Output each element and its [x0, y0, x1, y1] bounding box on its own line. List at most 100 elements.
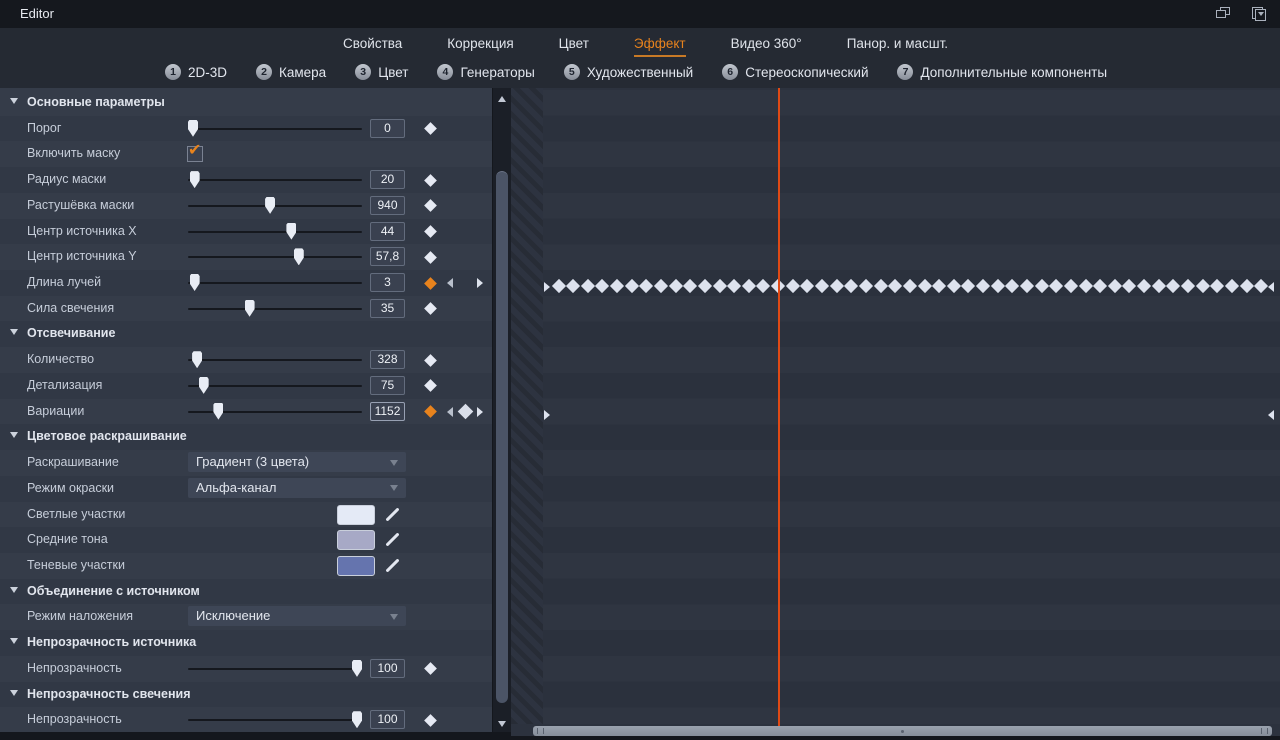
keyframe-diamond[interactable]: [1254, 278, 1269, 294]
keyframe-diamond[interactable]: [639, 278, 654, 294]
keyframe-toggle-icon[interactable]: [424, 173, 437, 187]
keyframe-diamond[interactable]: [1122, 278, 1137, 294]
keyframe-toggle-icon[interactable]: [424, 199, 437, 213]
keyframe-toggle-icon[interactable]: [424, 225, 437, 238]
slider-thumb[interactable]: [352, 711, 362, 729]
keyframe-diamond[interactable]: [1005, 278, 1020, 294]
variations-value-input[interactable]: 1152: [370, 401, 405, 421]
mask-feather-value-input[interactable]: 940: [370, 195, 405, 215]
collapse-triangle-icon[interactable]: [10, 329, 18, 336]
keyframe-diamond[interactable]: [961, 278, 976, 294]
keyframe-toggle-icon[interactable]: [424, 122, 437, 136]
edit-color-pencil-icon[interactable]: [381, 504, 403, 526]
shadows-color-swatch[interactable]: [337, 555, 375, 576]
add-keyframe-icon[interactable]: [457, 403, 474, 420]
keyframe-diamond[interactable]: [814, 278, 830, 294]
scroll-up-icon[interactable]: [498, 96, 506, 102]
next-keyframe-icon[interactable]: [477, 406, 483, 417]
tab-correction[interactable]: Коррекция: [447, 36, 513, 57]
subtab-artistic[interactable]: 5 Художественный: [563, 64, 693, 80]
keyframe-diamond[interactable]: [1166, 278, 1181, 294]
keyframe-diamond[interactable]: [551, 278, 566, 294]
edit-color-pencil-icon[interactable]: [381, 529, 403, 551]
slider-thumb[interactable]: [293, 248, 304, 266]
ray-length-value-input[interactable]: 3: [370, 273, 405, 293]
tab-color[interactable]: Цвет: [559, 36, 589, 57]
mask-radius-value-input[interactable]: 20: [370, 170, 405, 190]
glow-strength-value-input[interactable]: 35: [370, 298, 405, 318]
keyframe-diamond[interactable]: [683, 278, 698, 294]
slider-thumb[interactable]: [352, 659, 362, 677]
keyframe-toggle-icon[interactable]: [424, 713, 437, 727]
keyframe-diamond[interactable]: [624, 278, 639, 294]
tab-properties[interactable]: Свойства: [343, 36, 402, 57]
slider-thumb[interactable]: [286, 222, 297, 240]
subtab-generators[interactable]: 4 Генераторы: [437, 64, 535, 80]
row-section-merge-source[interactable]: Объединение с источником: [0, 578, 492, 605]
keyframe-diamond[interactable]: [844, 278, 859, 294]
slider-thumb[interactable]: [188, 119, 198, 137]
slider-thumb[interactable]: [192, 351, 203, 369]
source-center-y-slider[interactable]: [188, 244, 362, 270]
slider-thumb[interactable]: [244, 299, 255, 317]
slider-thumb[interactable]: [213, 402, 224, 420]
slider-thumb[interactable]: [198, 376, 209, 394]
source-opacity-slider[interactable]: [188, 656, 362, 682]
keyframe-diamond[interactable]: [917, 278, 932, 294]
row-section-color-tinting[interactable]: Цветовое раскрашивание: [0, 424, 492, 451]
tinting-dropdown[interactable]: Градиент (3 цвета): [188, 452, 406, 473]
prev-keyframe-icon[interactable]: [447, 278, 453, 289]
glow-opacity-slider[interactable]: [188, 707, 362, 732]
collapse-triangle-icon[interactable]: [10, 586, 18, 593]
collapse-triangle-icon[interactable]: [10, 689, 18, 696]
keyframe-toggle-icon[interactable]: [424, 405, 437, 418]
keyframe-diamond[interactable]: [580, 278, 595, 294]
keyframe-diamond[interactable]: [712, 278, 727, 294]
keyframe-diamond[interactable]: [1019, 278, 1035, 294]
keyframe-diamond[interactable]: [595, 278, 610, 294]
keyframe-diamond[interactable]: [1107, 278, 1122, 294]
glow-opacity-value-input[interactable]: 100: [370, 710, 405, 730]
panel-scrollbar-thumb[interactable]: [496, 171, 508, 703]
amount-value-input[interactable]: 328: [370, 350, 405, 370]
collapse-triangle-icon[interactable]: [10, 432, 18, 439]
tab-video-360[interactable]: Видео 360°: [731, 36, 802, 57]
slider-thumb[interactable]: [189, 274, 200, 292]
keyframe-diamond[interactable]: [566, 278, 581, 294]
keyframe-diamond[interactable]: [668, 278, 683, 294]
source-center-x-slider[interactable]: [188, 219, 362, 245]
keyframe-diamond[interactable]: [785, 278, 800, 294]
slider-thumb[interactable]: [265, 196, 276, 214]
subtab-stereoscopic[interactable]: 6 Стереоскопический: [722, 64, 868, 80]
keyframe-diamond[interactable]: [697, 278, 712, 294]
scroll-down-icon[interactable]: [498, 721, 506, 727]
ray-length-slider[interactable]: [188, 270, 362, 296]
snapshot-copy-icon[interactable]: [1252, 7, 1266, 21]
variations-slider[interactable]: [188, 399, 362, 425]
keyframe-diamond[interactable]: [756, 278, 771, 294]
subtab-color[interactable]: 3 Цвет: [355, 64, 408, 80]
amount-slider[interactable]: [188, 347, 362, 373]
tab-effect[interactable]: Эффект: [633, 36, 686, 57]
glow-strength-slider[interactable]: [188, 296, 362, 322]
keyframe-diamond[interactable]: [1137, 278, 1152, 294]
mask-feather-slider[interactable]: [188, 193, 362, 219]
subtab-camera[interactable]: 2 Камера: [256, 64, 326, 80]
collapse-triangle-icon[interactable]: [10, 638, 18, 645]
keyframe-diamond[interactable]: [1210, 278, 1225, 294]
keyframe-diamond[interactable]: [829, 278, 844, 294]
threshold-value-input[interactable]: 0: [370, 118, 405, 138]
keyframe-diamond[interactable]: [932, 278, 947, 294]
slider-thumb[interactable]: [189, 171, 200, 189]
mask-radius-slider[interactable]: [188, 167, 362, 193]
playhead[interactable]: [778, 88, 780, 726]
row-section-basic-params[interactable]: Основные параметры: [0, 90, 492, 116]
subtab-2d-3d[interactable]: 1 2D-3D: [165, 64, 227, 80]
highlights-color-swatch[interactable]: [337, 504, 375, 525]
keyframe-diamond[interactable]: [727, 278, 742, 294]
collapse-triangle-icon[interactable]: [10, 98, 18, 104]
prev-keyframe-icon[interactable]: [447, 406, 453, 417]
keyframe-diamond[interactable]: [1063, 278, 1078, 294]
keyframe-diamond[interactable]: [741, 278, 756, 294]
scrollbar-left-grip[interactable]: [537, 728, 544, 734]
